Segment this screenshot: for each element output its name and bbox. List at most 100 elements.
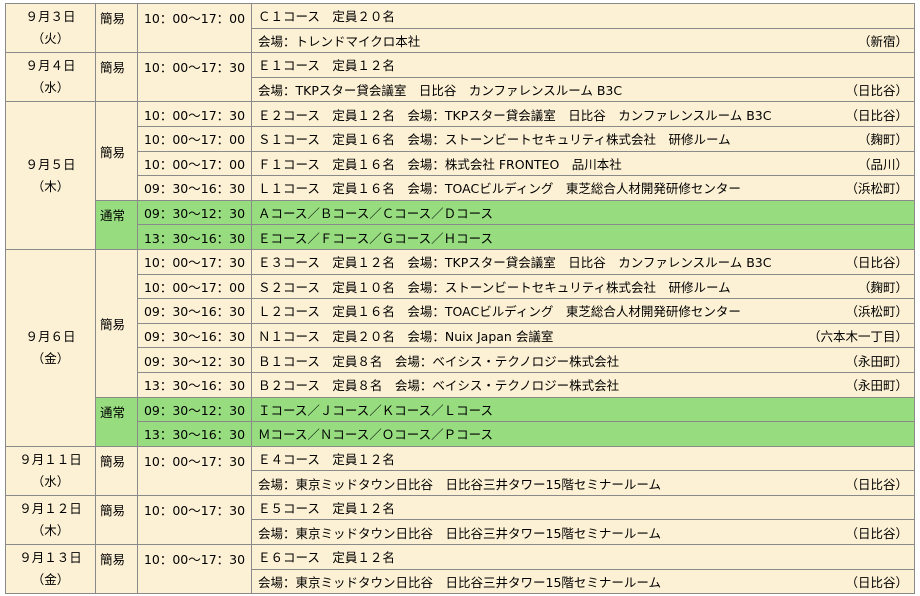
course-detail-cell: Ａコース／Ｂコース／Ｃコース／Ｄコース [251,199,915,226]
weekday-label: （火） [31,31,70,47]
time-cell: 09：30～12：30 [137,396,252,423]
time-cell: 10：00～17：30 [137,445,252,496]
weekday-label: （水） [31,473,70,489]
location-area-label: （日比谷） [845,525,908,541]
location-area-label: （麹町） [857,132,908,148]
course-detail-text: Ｌ１コース 定員１６名 会場：TOACビルディング 東芝総合人材開発研修センター [258,181,741,197]
course-detail-text: 会場：東京ミッドタウン日比谷 日比谷三井タワー15階セミナールーム [258,525,662,541]
table-row: 09：30～12：30 Ｂ１コース 定員８名 会場：ベイシス・テクノロジー株式会社… [6,347,915,373]
table-row: 10：00～17：00 Ｓ２コース 定員１０名 会場：ストーンビートセキュリティ株… [6,273,915,300]
time-cell: 10：00～17：00 [137,150,252,177]
table-row: 13：30～16：30 Ｂ２コース 定員８名 会場：ベイシス・テクノロジー株式会社… [6,371,915,398]
course-detail-cell: Ｂ１コース 定員８名 会場：ベイシス・テクノロジー株式会社 （永田町） [251,347,915,373]
course-type-cell: 通常 [95,396,138,447]
location-area-label: （麹町） [857,279,908,295]
course-detail-text: Ｅ４コース 定員１２名 [258,451,395,467]
course-detail-text: Ｃ１コース 定員２０名 [258,9,395,25]
table-row: 通常 09：30～12：30 Ａコース／Ｂコース／Ｃコース／Ｄコース [6,199,915,250]
course-detail-cell: Ｅ３コース 定員１２名 会場：TKPスター貸会議室 日比谷 カンファレンスルーム… [251,248,915,275]
table-row: ９月３日 （火） 簡易 10：00～17：00 Ｃ１コース 定員２０名 [5,2,915,54]
date-cell: ９月３日 （火） [5,2,96,54]
time-cell: 13：30～16：30 [137,421,252,447]
location-area-label: （品川） [857,156,908,172]
course-type-cell: 簡易 [95,445,138,496]
course-detail-cell: Ｓ２コース 定員１０名 会場：ストーンビートセキュリティ株式会社 研修ルーム （麹… [251,273,915,300]
weekday-label: （水） [31,80,70,96]
location-area-label: （新宿） [857,33,908,49]
course-detail-cell: Ｆ１コース 定員１６名 会場：株式会社 FRONTEO 品川本社 （品川） [251,150,915,177]
course-detail-cell: 会場：東京ミッドタウン日比谷 日比谷三井タワー15階セミナールーム （日比谷） [251,519,915,546]
course-detail-text: Ｓ２コース 定員１０名 会場：ストーンビートセキュリティ株式会社 研修ルーム [258,279,731,295]
date-label: ９月５日 [25,156,76,172]
weekday-label: （金） [31,350,70,366]
course-detail-text: Ｅ５コース 定員１２名 [258,501,395,517]
time-cell: 10：00～17：00 [137,125,252,152]
course-type-cell: 通常 [95,199,138,250]
course-detail-text: 会場：TKPスター貸会議室 日比谷 カンファレンスルーム B3C [258,83,623,99]
date-label: ９月６日 [25,328,76,344]
time-cell: 10：00～17：30 [137,544,252,595]
course-detail-cell: Ｓ１コース 定員１６名 会場：ストーンビートセキュリティ株式会社 研修ルーム （麹… [251,125,915,152]
location-area-label: （浜松町） [845,304,908,320]
time-cell: 10：00～17：30 [137,52,252,103]
table-row: 09：30～16：30 Ｌ２コース 定員１６名 会場：TOACビルディング 東芝総… [6,298,915,324]
course-detail-text: Ｓ１コース 定員１６名 会場：ストーンビートセキュリティ株式会社 研修ルーム [258,132,731,148]
date-label: ９月１１日 [19,451,82,467]
table-row: 通常 09：30～12：30 Ｉコース／Ｊコース／Ｋコース／Ｌコース [6,396,915,447]
location-area-label: （浜松町） [845,181,908,197]
course-detail-cell: Ｅ２コース 定員１２名 会場：TKPスター貸会議室 日比谷 カンファレンスルーム… [251,101,915,127]
location-area-label: （永田町） [845,378,908,394]
course-detail-text: Ｂ１コース 定員８名 会場：ベイシス・テクノロジー株式会社 [258,353,620,369]
course-detail-text: 会場：東京ミッドタウン日比谷 日比谷三井タワー15階セミナールーム [258,476,662,492]
course-detail-text: Ｅ３コース 定員１２名 会場：TKPスター貸会議室 日比谷 カンファレンスルーム… [258,255,772,271]
table-row: 10：00～17：00 Ｆ１コース 定員１６名 会場：株式会社 FRONTEO 品… [6,150,915,177]
course-detail-text: 会場：東京ミッドタウン日比谷 日比谷三井タワー15階セミナールーム [258,574,662,590]
course-detail-cell: Ｃ１コース 定員２０名 [251,3,915,29]
course-detail-cell: Ｅコース／Ｆコース／Ｇコース／Ｈコース [251,224,915,250]
schedule-body: ９月３日 （火） 簡易 10：00～17：00 Ｃ１コース 定員２０名 会場：トレンドマイ… [5,2,915,595]
course-detail-text: Ｎ１コース 定員２０名 会場：Nuix Japan 会議室 [258,329,554,345]
date-cell: ９月４日 （水） [5,52,96,103]
date-label: ９月３日 [25,9,76,25]
course-type-cell: 簡易 [95,494,138,546]
date-label: ９月４日 [25,58,76,74]
location-area-label: （日比谷） [845,255,908,271]
weekday-label: （金） [31,572,70,588]
course-type-cell: 簡易 [95,248,138,398]
course-detail-cell: Ｅ４コース 定員１２名 [251,445,915,472]
location-area-label: （永田町） [845,353,908,369]
date-cell: ９月１１日 （水） [5,445,96,496]
course-type-cell: 簡易 [95,52,138,103]
course-detail-cell: Ｌ１コース 定員１６名 会場：TOACビルディング 東芝総合人材開発研修センター… [251,175,915,201]
time-cell: 10：00～17：00 [137,273,252,300]
time-cell: 09：30～16：30 [137,298,252,324]
time-cell: 10：00～17：30 [137,101,252,127]
course-type-cell: 簡易 [95,544,138,595]
date-cell: ９月５日 （木） [5,101,96,250]
time-cell: 10：00～17：30 [137,248,252,275]
course-detail-text: Ｍコース／Ｎコース／Ｏコース／Ｐコース [258,427,494,443]
schedule-table: ９月３日 （火） 簡易 10：00～17：00 Ｃ１コース 定員２０名 会場：トレンドマイ… [5,2,915,595]
course-detail-text: Ｂ２コース 定員８名 会場：ベイシス・テクノロジー株式会社 [258,378,620,394]
table-row: 13：30～16：30 Ｅコース／Ｆコース／Ｇコース／Ｈコース [6,224,915,250]
time-cell: 09：30～12：30 [137,347,252,373]
course-detail-cell: Ｅ６コース 定員１２名 [251,544,915,570]
date-label: ９月１２日 [19,500,82,516]
table-row: ９月１２日 （木） 簡易 10：00～17：30 Ｅ５コース 定員１２名 [5,494,915,546]
date-cell: ９月１２日 （木） [5,494,96,546]
location-area-label: （日比谷） [845,476,908,492]
time-cell: 13：30～16：30 [137,371,252,398]
location-area-label: （日比谷） [845,107,908,123]
location-area-label: （六本木一丁目） [807,329,908,345]
course-detail-cell: Ｅ５コース 定員１２名 [251,494,915,521]
weekday-label: （木） [31,522,70,538]
table-row: ９月１１日 （水） 簡易 10：00～17：30 Ｅ４コース 定員１２名 [5,445,915,496]
weekday-label: （木） [31,178,70,194]
course-detail-cell: 会場：トレンドマイクロ本社 （新宿） [251,27,915,54]
course-detail-cell: Ｉコース／Ｊコース／Ｋコース／Ｌコース [251,396,915,423]
course-detail-cell: Ｌ２コース 定員１６名 会場：TOACビルディング 東芝総合人材開発研修センター… [251,298,915,324]
time-cell: 10：00～17：30 [137,494,252,546]
table-row: 09：30～16：30 Ｌ１コース 定員１６名 会場：TOACビルディング 東芝総… [6,175,915,201]
course-detail-cell: Ｅ１コース 定員１２名 [251,52,915,78]
time-cell: 13：30～16：30 [137,224,252,250]
